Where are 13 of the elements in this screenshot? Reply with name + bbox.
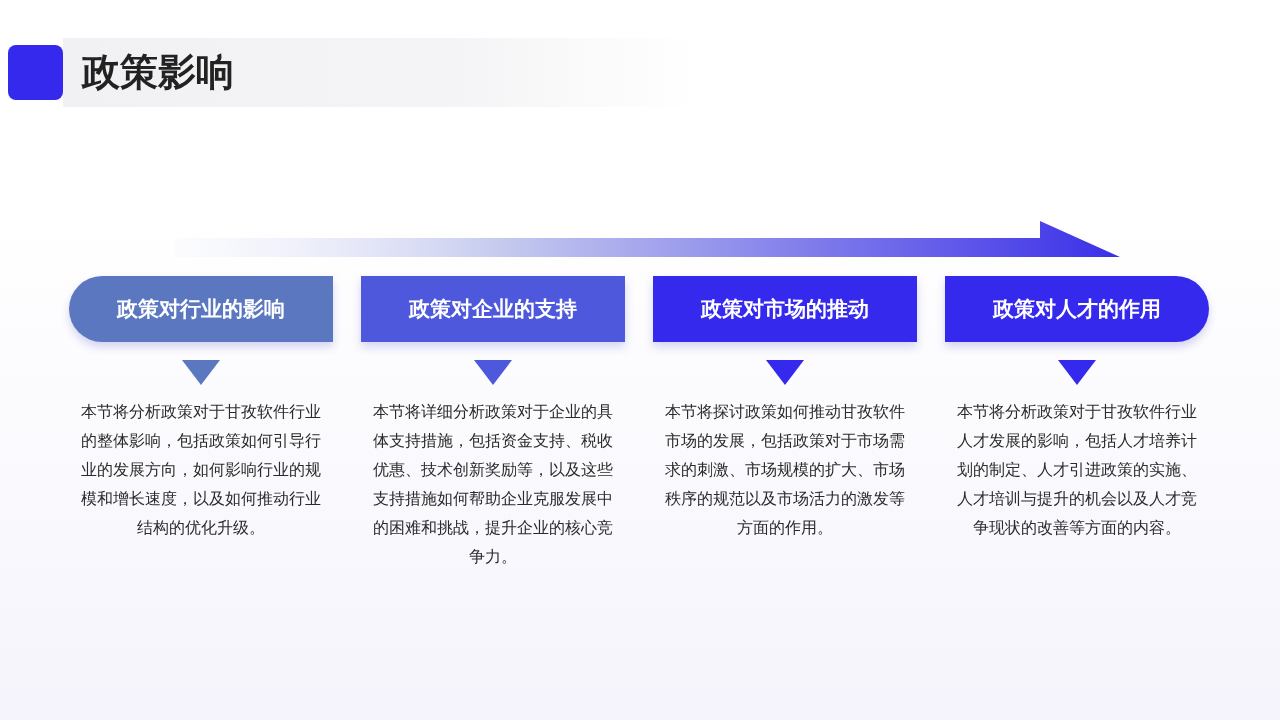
down-triangle-icon <box>474 360 512 385</box>
title-square-icon <box>8 45 63 100</box>
step-description: 本节将分析政策对于甘孜软件行业人才发展的影响，包括人才培养计划的制定、人才引进政策的实施、人才培训与提升的机会以及人才竞争现状的改善等方面的内容。 <box>956 401 1198 539</box>
step-heading: 政策对企业的支持 <box>361 276 625 342</box>
down-triangle-icon <box>1058 360 1096 385</box>
step-heading: 政策对人才的作用 <box>945 276 1209 342</box>
step-description: 本节将详细分析政策对于企业的具体支持措施，包括资金支持、税收优惠、技术创新奖励等，以及这些支持措施如何帮助企业克服发展中的困难和挑战，提升企业的核心竞争力。 <box>372 401 614 568</box>
step-description: 本节将探讨政策如何推动甘孜软件市场的发展，包括政策对于市场需求的刺激、市场规模的扩大、市场秩序的规范以及市场活力的激发等方面的作用。 <box>664 401 906 539</box>
step-heading: 政策对行业的影响 <box>69 276 333 342</box>
step-heading: 政策对市场的推动 <box>653 276 917 342</box>
down-triangle-icon <box>182 360 220 385</box>
down-triangle-icon <box>766 360 804 385</box>
step-description: 本节将分析政策对于甘孜软件行业的整体影响，包括政策如何引导行业的发展方向，如何影响行业的规模和增长速度，以及如何推动行业结构的优化升级。 <box>80 401 322 539</box>
